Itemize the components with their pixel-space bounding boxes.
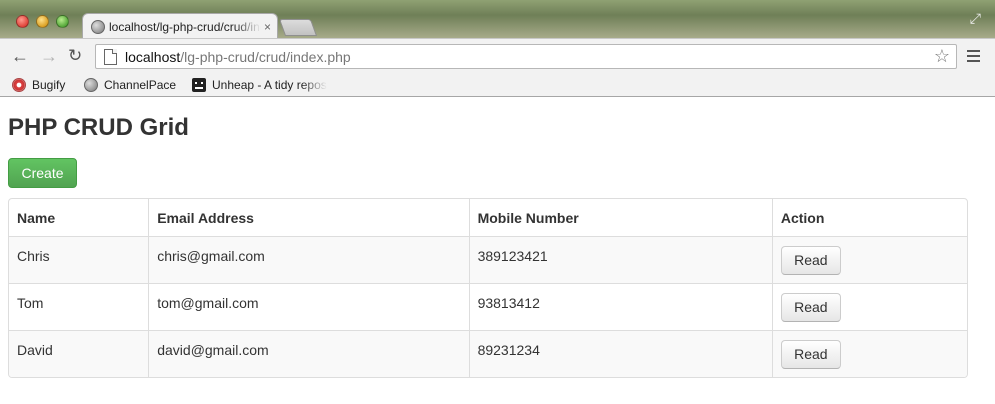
browser-window: localhost/lg-php-crud/crud/index.php × ⤢… [0,0,995,404]
tab-close-icon[interactable]: × [264,20,271,34]
tab-strip: localhost/lg-php-crud/crud/index.php × ⤢ [0,0,995,39]
read-button[interactable]: Read [780,292,841,322]
bookmark-label: Bugify [32,78,66,92]
bookmarks-bar: Bugify ChannelPace Unheap - A tidy repos… [0,73,995,97]
globe-icon [84,78,98,92]
url-path: /lg-php-crud/crud/index.php [180,48,351,65]
column-header-name: Name [9,199,149,237]
cell-email: chris@gmail.com [148,236,470,283]
forward-icon[interactable]: → [40,44,58,68]
unheap-icon [192,78,206,92]
bookmark-star-icon[interactable]: ☆ [934,46,950,67]
minimize-window-button[interactable] [36,15,49,28]
page-icon [104,48,117,65]
cell-action: Read [771,282,967,330]
bugify-icon [12,78,26,92]
cell-name: Tom [9,282,149,330]
browser-toolbar: ← → ↻ localhost/lg-php-crud/crud/index.p… [0,38,995,73]
cell-mobile: 389123421 [468,236,773,283]
column-header-mobile: Mobile Number [468,199,773,237]
table-row: David david@gmail.com 89231234 Read [9,329,967,377]
cell-mobile: 89231234 [468,329,773,377]
crud-table: Name Email Address Mobile Number Action … [8,198,968,378]
bookmark-channelpace[interactable]: ChannelPace [84,76,176,94]
cell-name: David [9,329,149,377]
cell-mobile: 93813412 [468,282,773,330]
menu-icon[interactable] [967,50,980,65]
read-button[interactable]: Read [780,245,841,275]
reload-icon[interactable]: ↻ [68,44,82,68]
maximize-window-button[interactable] [56,15,69,28]
bookmark-unheap[interactable]: Unheap - A tidy repository of jQuery plu… [192,76,327,94]
bookmark-label: ChannelPace [104,78,177,92]
globe-icon [91,19,105,34]
close-window-button[interactable] [16,15,29,28]
address-bar[interactable]: localhost/lg-php-crud/crud/index.php ☆ [95,44,957,69]
tab-title: localhost/lg-php-crud/crud/index.php [109,19,261,34]
new-tab-button[interactable] [278,19,318,36]
cell-email: david@gmail.com [148,329,470,377]
table-header-row: Name Email Address Mobile Number Action [9,199,967,237]
browser-tab-active[interactable]: localhost/lg-php-crud/crud/index.php × [82,13,278,39]
read-button[interactable]: Read [780,339,841,369]
url-host: localhost [125,48,181,65]
column-header-email: Email Address [148,199,470,237]
bookmark-label: Unheap - A tidy repository of jQuery plu… [212,78,327,92]
back-icon[interactable]: ← [11,44,29,68]
create-button[interactable]: Create [8,158,77,188]
fullscreen-icon[interactable]: ⤢ [970,10,981,27]
cell-action: Read [771,236,967,283]
table-row: Chris chris@gmail.com 389123421 Read [9,236,967,283]
cell-name: Chris [9,236,149,283]
table-row: Tom tom@gmail.com 93813412 Read [9,282,967,330]
bookmark-bugify[interactable]: Bugify [12,76,65,94]
cell-email: tom@gmail.com [148,282,470,330]
page-title: PHP CRUD Grid [8,114,189,141]
cell-action: Read [771,329,967,377]
column-header-action: Action [771,199,967,237]
page-viewport: PHP CRUD Grid Create Name Email Address … [0,97,995,404]
